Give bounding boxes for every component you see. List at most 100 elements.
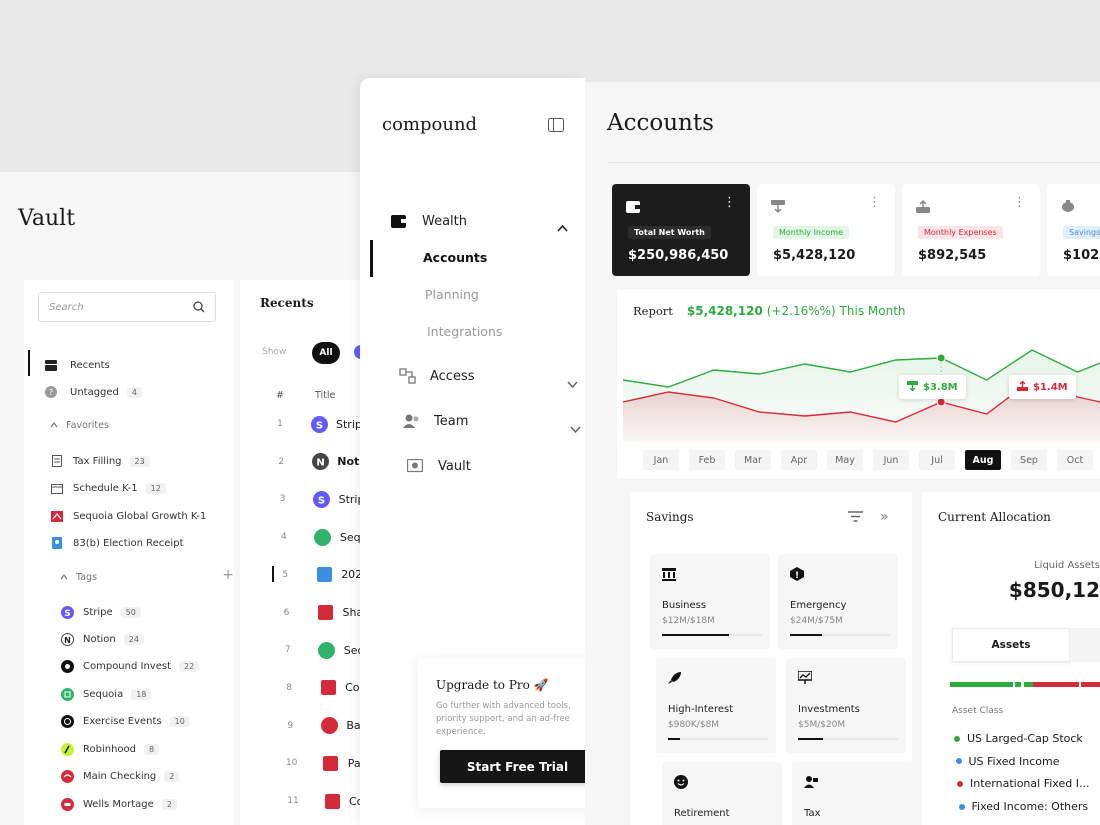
vault-item-untagged[interactable]: ? Untagged 4 (44, 384, 142, 400)
tag-item[interactable]: Exercise Events 10 (60, 713, 190, 729)
row-number: 1 (277, 419, 283, 429)
savings-tile-investments[interactable]: Investments $5M/$20M (786, 658, 906, 753)
favorite-label: Schedule K-1 (73, 482, 138, 494)
vault-item-label: Untagged (70, 386, 119, 398)
tag-item[interactable]: N Notion 24 (60, 631, 144, 647)
tag-item[interactable]: Robinhood 8 (60, 741, 160, 757)
divider (607, 162, 1100, 163)
month-oct[interactable]: Oct (1057, 450, 1093, 470)
column-title: Title (315, 390, 336, 401)
compound-icon (60, 659, 74, 673)
income-icon (771, 198, 785, 217)
month-may[interactable]: May (827, 450, 863, 470)
tab-assets[interactable]: Assets (952, 628, 1070, 662)
svg-text:S: S (64, 609, 70, 619)
svg-text:N: N (64, 636, 71, 645)
favorites-label: Favorites (66, 420, 109, 431)
tag-label: Sequoia (83, 688, 124, 700)
inbox-icon (44, 358, 58, 372)
tile-value: $980K/$8M (668, 720, 720, 730)
savings-tile-emergency[interactable]: ! Emergency $24M/$75M (778, 554, 898, 649)
search-placeholder: Search (49, 301, 84, 313)
savings-tile-business[interactable]: Business $12M/$18M (650, 554, 770, 649)
nav-team[interactable]: Team (402, 412, 468, 430)
more-options-icon[interactable]: ⋮ (1013, 196, 1026, 209)
tag-item[interactable]: S Stripe 50 (60, 604, 141, 620)
svg-text:S: S (315, 420, 322, 431)
legend-label: Fixed Income: Others (971, 800, 1089, 814)
start-free-trial-button[interactable]: Start Free Trial (440, 750, 595, 783)
more-options-icon[interactable]: ⋮ (723, 196, 736, 209)
liquid-assets-value: $850,12 (1008, 578, 1100, 602)
income-point[interactable] (936, 353, 946, 363)
month-mar[interactable]: Mar (735, 450, 771, 470)
favorite-label: 83(b) Election Receipt (73, 537, 184, 549)
filter-icon[interactable] (848, 511, 863, 522)
favorite-item[interactable]: 83(b) Election Receipt (50, 535, 183, 551)
tag-item[interactable]: Main Checking 2 (60, 768, 180, 784)
more-options-icon[interactable]: ⋮ (868, 196, 881, 209)
favorite-item[interactable]: Schedule K-1 12 (50, 480, 166, 496)
chart-icon (797, 670, 813, 689)
favorite-item[interactable]: Tax Filling 23 (50, 453, 150, 469)
monthly-income-card[interactable]: ⋮ Monthly Income $5,428,120 (757, 184, 895, 276)
search-icon[interactable] (193, 301, 205, 313)
month-jun[interactable]: Jun (873, 450, 909, 470)
report-header: Report $5,428,120 (+2.16%%) This Month (633, 304, 906, 318)
sequoia-logo-icon (50, 509, 64, 523)
legend-item: US Larged-Cap Stock (954, 732, 1083, 745)
month-jul[interactable]: Jul (919, 450, 955, 470)
month-sep[interactable]: Sep (1011, 450, 1047, 470)
monthly-expenses-card[interactable]: ⋮ Monthly Expenses $892,545 (902, 184, 1040, 276)
expense-point[interactable] (936, 397, 946, 407)
tile-name: Business (662, 600, 707, 611)
count-badge: 2 (161, 798, 177, 810)
nav-planning[interactable]: Planning (425, 287, 479, 302)
report-title: Report (633, 304, 673, 318)
stripe-icon: S (60, 605, 74, 619)
chevron-up-icon[interactable] (557, 217, 568, 236)
savings-tile-tax[interactable]: Tax (792, 762, 912, 825)
nav-vault[interactable]: Vault (406, 457, 471, 475)
tags-section[interactable]: Tags (60, 572, 97, 583)
nav-access[interactable]: Access (398, 367, 475, 385)
nav-accounts[interactable]: Accounts (423, 250, 487, 265)
report-panel: Report $5,428,120 (+2.16%%) This Month $… (617, 290, 1100, 478)
tab-secondary[interactable] (1070, 628, 1100, 662)
favorite-item[interactable]: Sequoia Global Growth K-1 (50, 508, 206, 524)
tag-item[interactable]: Sequoia 18 (60, 686, 152, 702)
chevron-down-icon[interactable] (567, 373, 578, 392)
net-worth-card[interactable]: ⋮ Total Net Worth $250,986,450 (612, 184, 750, 276)
vault-item-recents[interactable]: Recents (44, 357, 110, 373)
month-aug[interactable]: Aug (965, 450, 1001, 470)
bar-segment-red (1080, 682, 1100, 687)
card-value: $892,545 (918, 248, 987, 263)
savings-tile-high-interest[interactable]: High-Interest $980K/$8M (656, 658, 776, 753)
savings-card[interactable]: Savings $102,2 (1047, 184, 1100, 276)
recents-panel: Recents Show All # Title 1 S Stripe S 2 N Not… (240, 280, 393, 825)
favorites-section[interactable]: Favorites (50, 420, 109, 431)
chevron-down-icon[interactable] (570, 418, 581, 437)
nav-wealth[interactable]: Wealth (390, 212, 467, 230)
savings-tile-retirement[interactable]: Retirement (662, 762, 782, 825)
tile-name: Investments (798, 704, 860, 715)
month-jan[interactable]: Jan (643, 450, 679, 470)
alert-icon: ! (790, 566, 804, 585)
tag-item[interactable]: Compound Invest 22 (60, 658, 200, 674)
search-input[interactable]: Search (38, 292, 216, 322)
expand-icon[interactable]: » (880, 509, 889, 525)
tags-label: Tags (76, 572, 98, 583)
chevron-up-icon (50, 420, 58, 431)
sidebar-collapse-icon[interactable] (548, 118, 564, 132)
rocket-icon (668, 670, 682, 689)
month-apr[interactable]: Apr (781, 450, 817, 470)
filter-all-button[interactable]: All (312, 342, 340, 364)
tag-label: Stripe (83, 606, 113, 618)
legend-label: US Larged-Cap Stock (967, 732, 1083, 745)
tag-item[interactable]: Wells Mortage 2 (60, 796, 177, 812)
progress-track (798, 738, 898, 740)
bar-segment-red (1032, 682, 1079, 687)
nav-integrations[interactable]: Integrations (427, 324, 502, 339)
add-tag-button[interactable]: + (222, 567, 234, 583)
month-feb[interactable]: Feb (689, 450, 725, 470)
